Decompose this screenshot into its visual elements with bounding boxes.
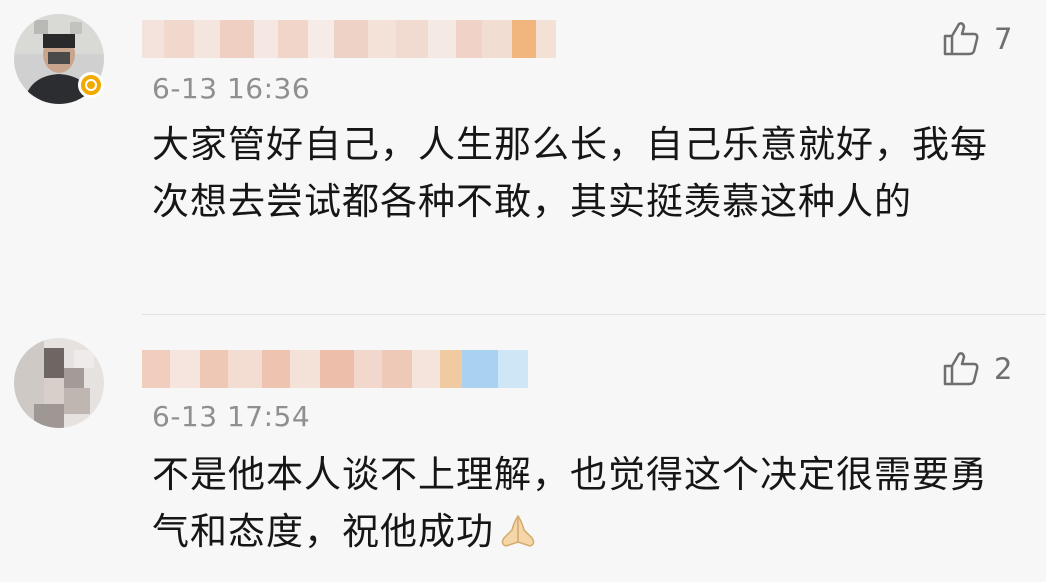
- thumbs-up-icon: [943, 352, 979, 386]
- username-blurred[interactable]: [142, 350, 528, 388]
- comment-text: 不是他本人谈不上理解，也觉得这个决定很需要勇气和态度，祝他成功: [152, 446, 1002, 566]
- like-count: 2: [994, 352, 1013, 386]
- pray-emoji-icon: [498, 509, 538, 566]
- comment-timestamp: 6-13 17:54: [152, 400, 311, 433]
- like-button[interactable]: 2: [942, 351, 1012, 387]
- comment-item: 6-13 17:54 不是他本人谈不上理解，也觉得这个决定很需要勇气和态度，祝他…: [0, 0, 1046, 582]
- avatar-image: [14, 338, 104, 428]
- avatar[interactable]: [14, 338, 104, 428]
- comment-text-content: 不是他本人谈不上理解，也觉得这个决定很需要勇气和态度，祝他成功: [152, 453, 988, 553]
